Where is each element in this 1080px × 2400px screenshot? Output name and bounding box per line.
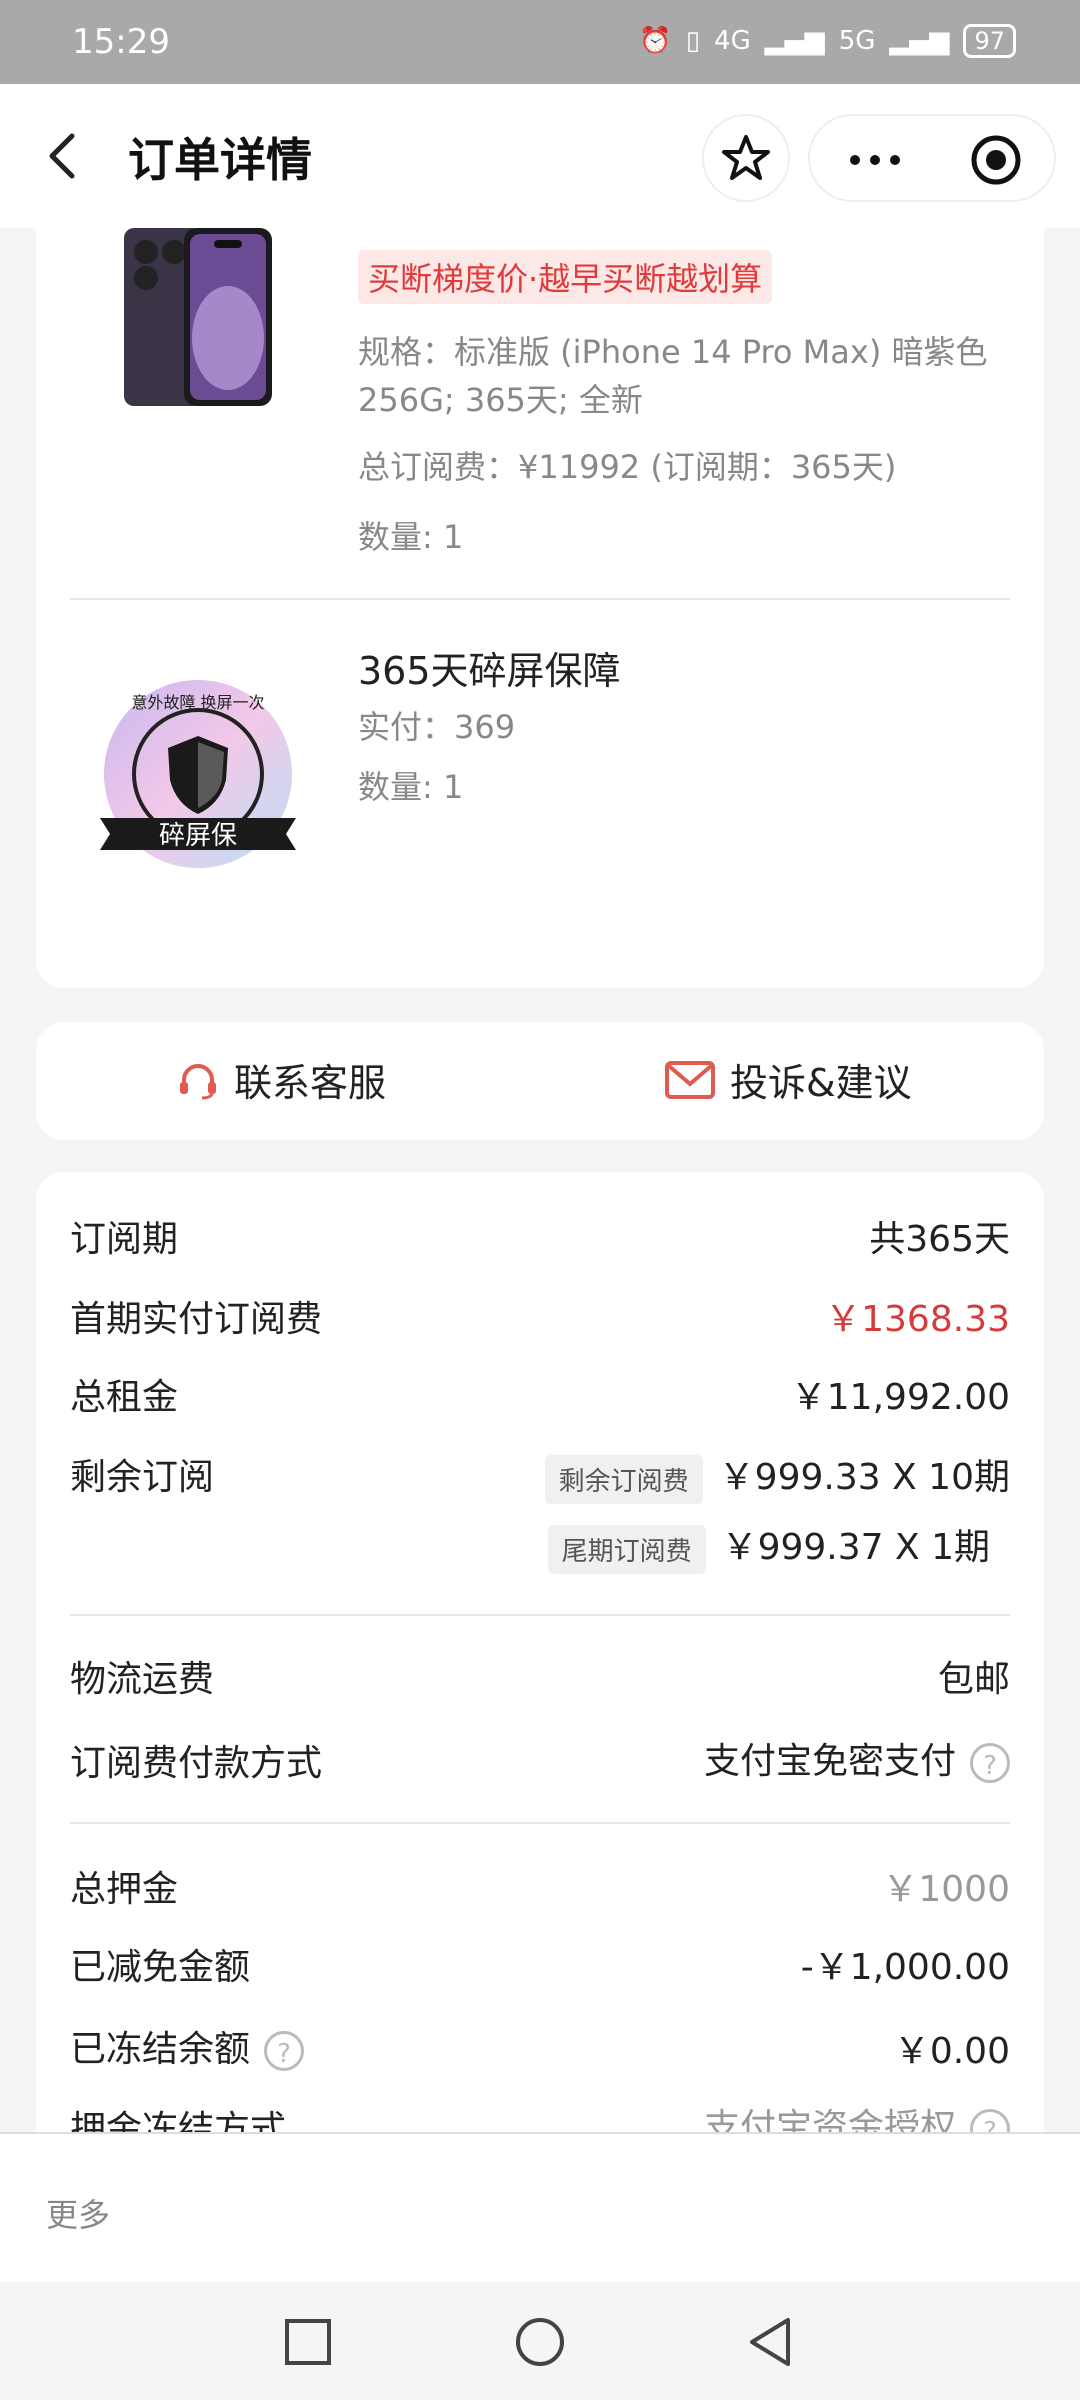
shipping-value: 包邮: [937, 1659, 1010, 1700]
status-bar: 15:29 ⏰ ▯ 4G ▂▄▆ 5G ▂▄▆ 97: [0, 0, 1080, 84]
headset-icon: [180, 1063, 216, 1099]
final-value: ￥999.37 X 1期: [721, 1527, 990, 1568]
product-spec: 规格：标准版 (iPhone 14 Pro Max) 暗紫色 256G; 365…: [358, 333, 988, 419]
battery-icon: 97: [963, 24, 1016, 58]
order-details-card: 订阅期 共365天 首期实付订阅费 ￥1368.33 总租金 ￥11,992.0…: [36, 1172, 1044, 2172]
remaining-label: 剩余订阅: [70, 1457, 215, 1498]
home-icon[interactable]: [514, 2316, 566, 2368]
close-target-icon[interactable]: [970, 134, 1022, 186]
bottom-more-bar: 更多: [0, 2132, 1080, 2284]
screen-protection-badge: 碎屏保 意外故障 换屏一次: [100, 680, 296, 868]
frozen-row: 已冻结余额?: [70, 2020, 305, 2072]
total-rent-value: ￥11,992.00: [790, 1377, 1010, 1418]
recent-apps-icon[interactable]: [282, 2316, 334, 2368]
payment-method-value: 支付宝免密支付: [703, 1741, 956, 1782]
promo-tag: 买断梯度价·越早买断越划算: [358, 250, 773, 304]
divider: [70, 598, 1010, 600]
deposit-label: 总押金: [70, 1869, 179, 1910]
badge-top-text: 意外故障 换屏一次: [131, 693, 264, 712]
product-quantity: 数量: 1: [358, 518, 464, 556]
addon-quantity: 数量: 1: [358, 768, 464, 806]
payment-method-label: 订阅费付款方式: [70, 1743, 323, 1784]
signal-5g-label: 5G: [838, 26, 876, 56]
remaining-value: ￥999.33 X 10期: [718, 1457, 1010, 1498]
status-icons: ⏰ ▯ 4G ▂▄▆ 5G ▂▄▆ 97: [639, 24, 1016, 58]
favorite-button[interactable]: [702, 114, 790, 202]
signal-icon-2: ▂▄▆: [889, 26, 950, 56]
more-menu-icon[interactable]: [850, 142, 930, 178]
waived-value: -￥1,000.00: [800, 1947, 1010, 1988]
product-image: [124, 228, 272, 406]
first-payment-label: 首期实付订阅费: [70, 1299, 323, 1340]
product-total-fee: 总订阅费：¥11992 (订阅期：365天): [358, 448, 897, 486]
divider: [70, 1614, 1010, 1616]
total-rent-label: 总租金: [70, 1377, 179, 1418]
final-row: 尾期订阅费 ￥999.37 X 1期: [547, 1518, 990, 1574]
vibrate-icon: ▯: [685, 26, 701, 56]
help-icon[interactable]: ?: [970, 1743, 1010, 1783]
complaint-label: 投诉&建议: [730, 1061, 912, 1105]
remaining-row: 剩余订阅费 ￥999.33 X 10期: [544, 1448, 1010, 1504]
frozen-value: ￥0.00: [893, 2031, 1010, 2072]
page-title: 订单详情: [128, 133, 312, 187]
contact-service-button[interactable]: 联系客服: [176, 1052, 386, 1107]
help-icon[interactable]: ?: [264, 2031, 305, 2071]
mail-icon: [665, 1060, 715, 1099]
addon-paid: 实付：369: [358, 708, 516, 746]
remaining-tag: 剩余订阅费: [544, 1454, 703, 1504]
system-nav-bar: [0, 2282, 1080, 2400]
divider: [70, 1822, 1010, 1824]
back-nav-icon[interactable]: [744, 2316, 796, 2368]
frozen-label: 已冻结余额: [70, 2029, 251, 2070]
nav-bar: 订单详情: [0, 84, 1080, 228]
deposit-value: ￥1000: [882, 1869, 1010, 1910]
star-icon: [722, 135, 770, 180]
service-actions-card: 联系客服 投诉&建议: [36, 1022, 1044, 1140]
badge-label: 碎屏保: [159, 821, 237, 851]
signal-4g-label: 4G: [714, 26, 751, 56]
status-time: 15:29: [72, 22, 170, 62]
order-items-card: 买断梯度价·越早买断越划算 规格：标准版 (iPhone 14 Pro Max)…: [36, 228, 1044, 988]
subscription-period-value: 共365天: [869, 1219, 1010, 1260]
shipping-label: 物流运费: [70, 1659, 215, 1700]
back-arrow-icon[interactable]: [38, 128, 94, 184]
subscription-period-label: 订阅期: [70, 1219, 179, 1260]
mini-program-capsule: [808, 114, 1056, 202]
signal-icon: ▂▄▆: [764, 26, 825, 56]
waived-label: 已减免金额: [70, 1947, 251, 1988]
payment-method-row: 支付宝免密支付?: [704, 1732, 1010, 1784]
final-tag: 尾期订阅费: [547, 1524, 706, 1574]
addon-title: 365天碎屏保障: [358, 649, 621, 693]
alarm-icon: ⏰: [639, 26, 672, 56]
first-payment-value: ￥1368.33: [825, 1299, 1010, 1340]
more-button[interactable]: 更多: [46, 2190, 110, 2236]
complaint-button[interactable]: 投诉&建议: [664, 1052, 912, 1107]
contact-service-label: 联系客服: [234, 1061, 387, 1105]
